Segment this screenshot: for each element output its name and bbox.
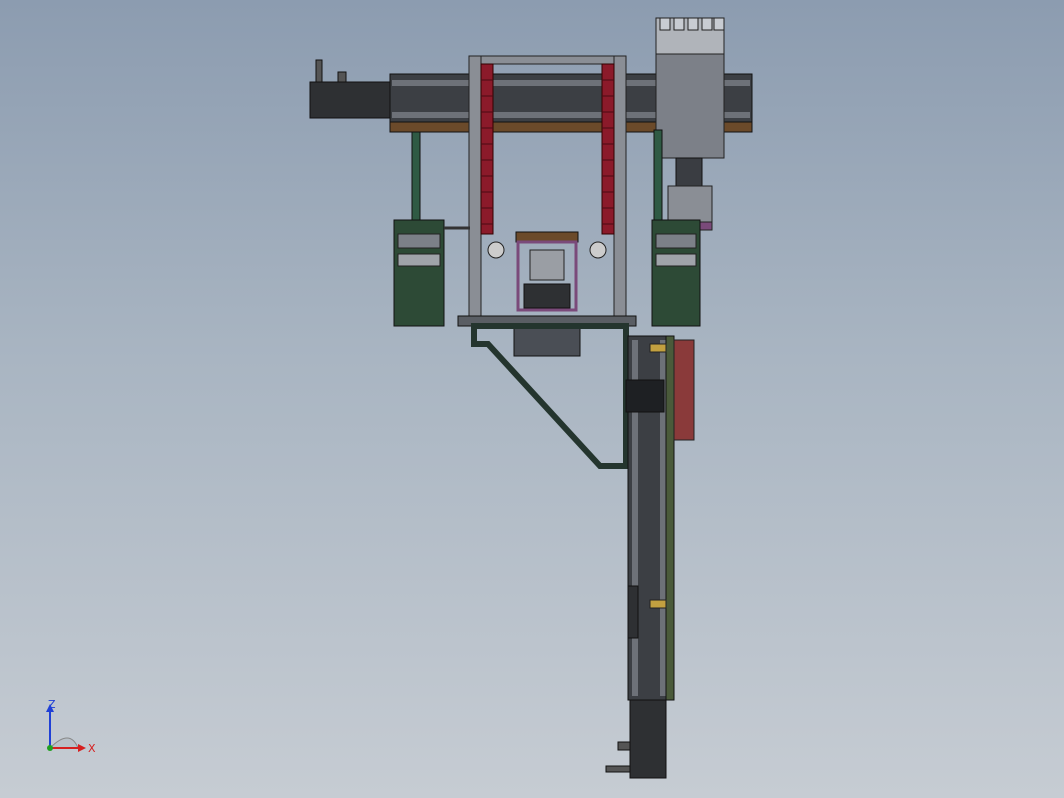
clamp-block <box>529 249 565 281</box>
carriage-plate <box>655 53 725 159</box>
y-axis-dot <box>47 745 53 751</box>
clamp-cylinder <box>523 283 571 309</box>
clamp-lower-cylinder <box>513 325 581 357</box>
motor-housing <box>309 81 393 119</box>
frame-top-bar <box>468 55 627 65</box>
right-vertical-cylinder[interactable] <box>651 17 725 327</box>
cad-viewport[interactable]: Z X <box>0 0 1064 798</box>
limit-switch-bottom <box>649 599 667 609</box>
frame-left-post <box>468 55 482 327</box>
vertical-carriage-pad <box>673 339 695 441</box>
vertical-side-plate <box>665 335 675 701</box>
left-cabinet-fitting <box>397 253 441 267</box>
triad-plane <box>48 737 79 749</box>
center-clamp-assembly[interactable] <box>487 231 607 357</box>
left-cabinet-plate <box>397 233 441 249</box>
motor-connector-2 <box>337 71 347 83</box>
frame-right-post <box>613 55 627 327</box>
limit-switch-top <box>649 343 667 353</box>
motor-shaft <box>605 765 631 773</box>
carriage-head <box>667 185 713 223</box>
x-axis-label: X <box>88 742 96 755</box>
right-support-post <box>653 129 663 221</box>
left-pulley <box>487 241 505 259</box>
coordinate-triad: Z X <box>46 698 96 755</box>
vertical-carriage <box>625 379 665 413</box>
machine-assembly-drawing[interactable] <box>0 0 1064 798</box>
z-axis-label: Z <box>48 698 56 711</box>
right-pulley <box>589 241 607 259</box>
motor-connector-lower <box>617 741 631 751</box>
left-support[interactable] <box>393 131 470 327</box>
left-support-post <box>411 131 421 223</box>
carriage-rod <box>675 157 703 187</box>
x-axis-arrow <box>78 744 86 752</box>
vertical-linear-module[interactable] <box>605 335 695 779</box>
motor-connector <box>315 59 323 83</box>
vertical-motor <box>629 699 667 779</box>
vertical-sensor <box>627 585 639 639</box>
